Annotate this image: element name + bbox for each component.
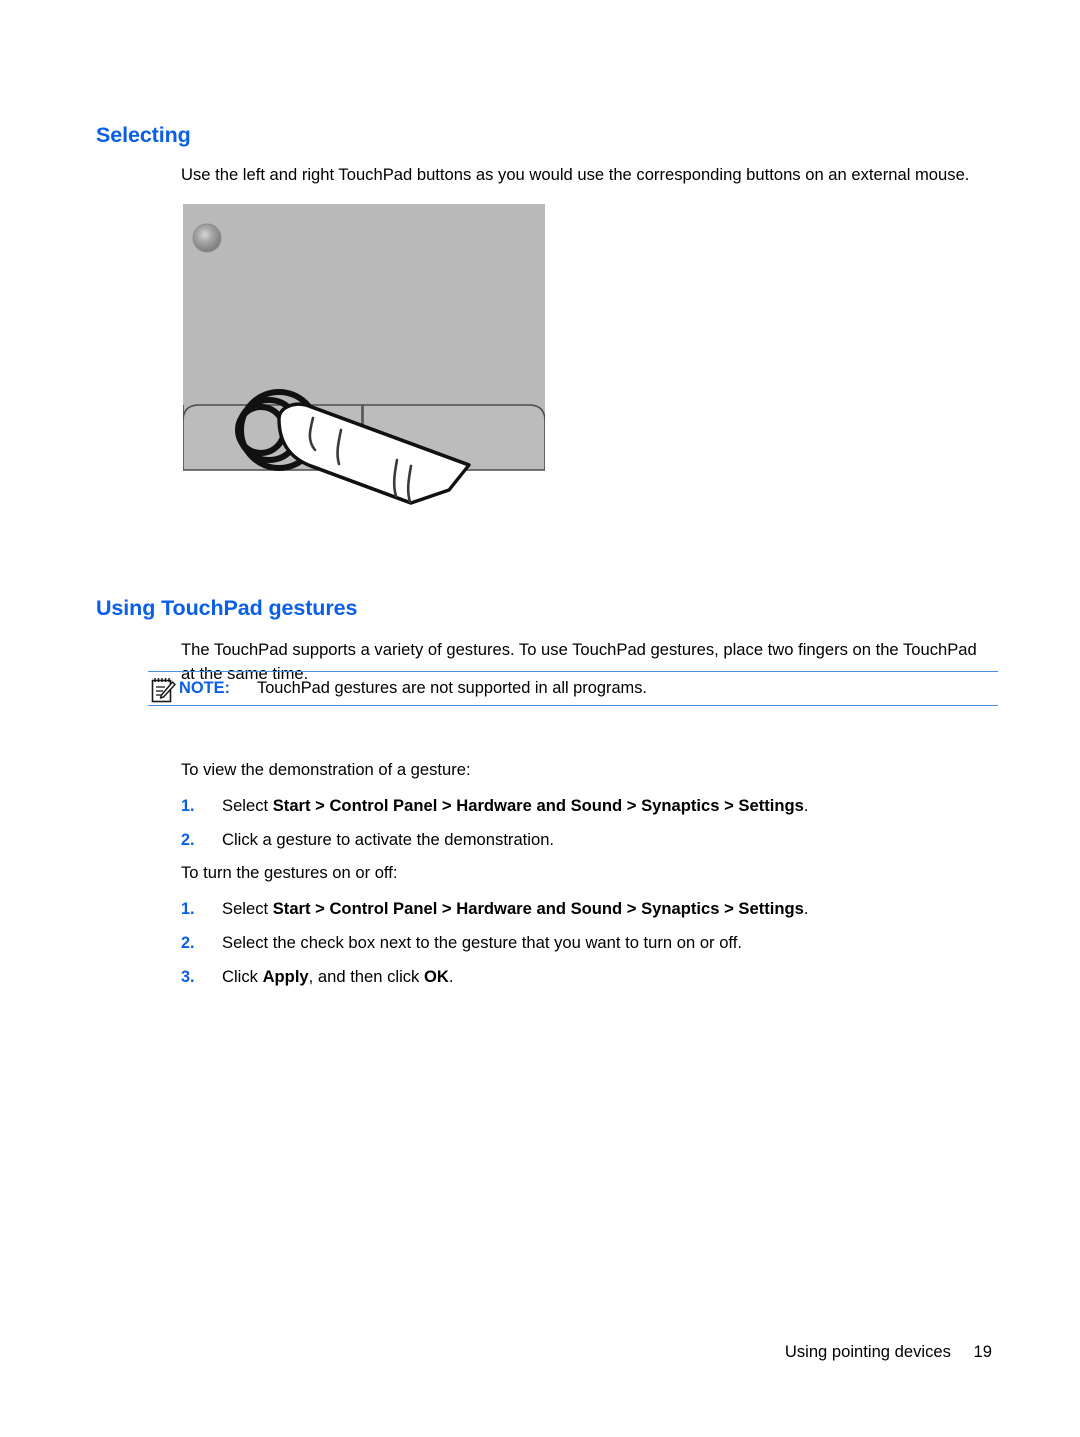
list-item-text: Click Apply, and then click OK.	[222, 967, 454, 986]
procedure-lead-in: To view the demonstration of a gesture:	[181, 760, 471, 779]
note-text: TouchPad gestures are not supported in a…	[257, 679, 647, 697]
list-item: 2. Click a gesture to activate the demon…	[181, 828, 1011, 852]
footer-section-title: Using pointing devices	[784, 1342, 951, 1361]
list-item-text: Click a gesture to activate the demonstr…	[222, 830, 555, 849]
list-item: 1. Select Start > Control Panel > Hardwa…	[181, 897, 1011, 921]
note-admonition: NOTE: TouchPad gestures are not supporte…	[148, 671, 998, 706]
list-item-number: 1.	[181, 797, 195, 815]
list-item-number: 1.	[181, 900, 195, 918]
procedure-turn-gestures-on-off: To turn the gestures on or off: 1. Selec…	[181, 861, 1011, 999]
list-item-number: 2.	[181, 831, 195, 849]
list-item: 1. Select Start > Control Panel > Hardwa…	[181, 794, 1011, 818]
touchpad-tap-illustration	[183, 204, 545, 554]
list-item-number: 3.	[181, 968, 195, 986]
document-page: Selecting Use the left and right TouchPa…	[0, 0, 1080, 1437]
touchpad-indicator-light	[192, 223, 222, 253]
procedure-view-demonstration: To view the demonstration of a gesture: …	[181, 758, 1011, 862]
list-item-text: Select the check box next to the gesture…	[222, 933, 742, 952]
list-item: 2. Select the check box next to the gest…	[181, 931, 1011, 955]
paragraph-selecting: Use the left and right TouchPad buttons …	[181, 164, 970, 184]
footer-page-number: 19	[973, 1342, 992, 1361]
note-label: NOTE:	[179, 679, 230, 697]
page-footer: Using pointing devices 19	[0, 1342, 1080, 1362]
page-heading-using-touchpad-gestures: Using TouchPad gestures	[96, 595, 358, 620]
list-item-text: Select Start > Control Panel > Hardware …	[222, 899, 809, 918]
page-heading-selecting: Selecting	[96, 122, 191, 147]
note-pencil-icon	[150, 676, 176, 704]
procedure-lead-in: To turn the gestures on or off:	[181, 863, 398, 882]
list-item-text: Select Start > Control Panel > Hardware …	[222, 796, 809, 815]
list-item: 3. Click Apply, and then click OK.	[181, 965, 1011, 989]
list-item-number: 2.	[181, 934, 195, 952]
